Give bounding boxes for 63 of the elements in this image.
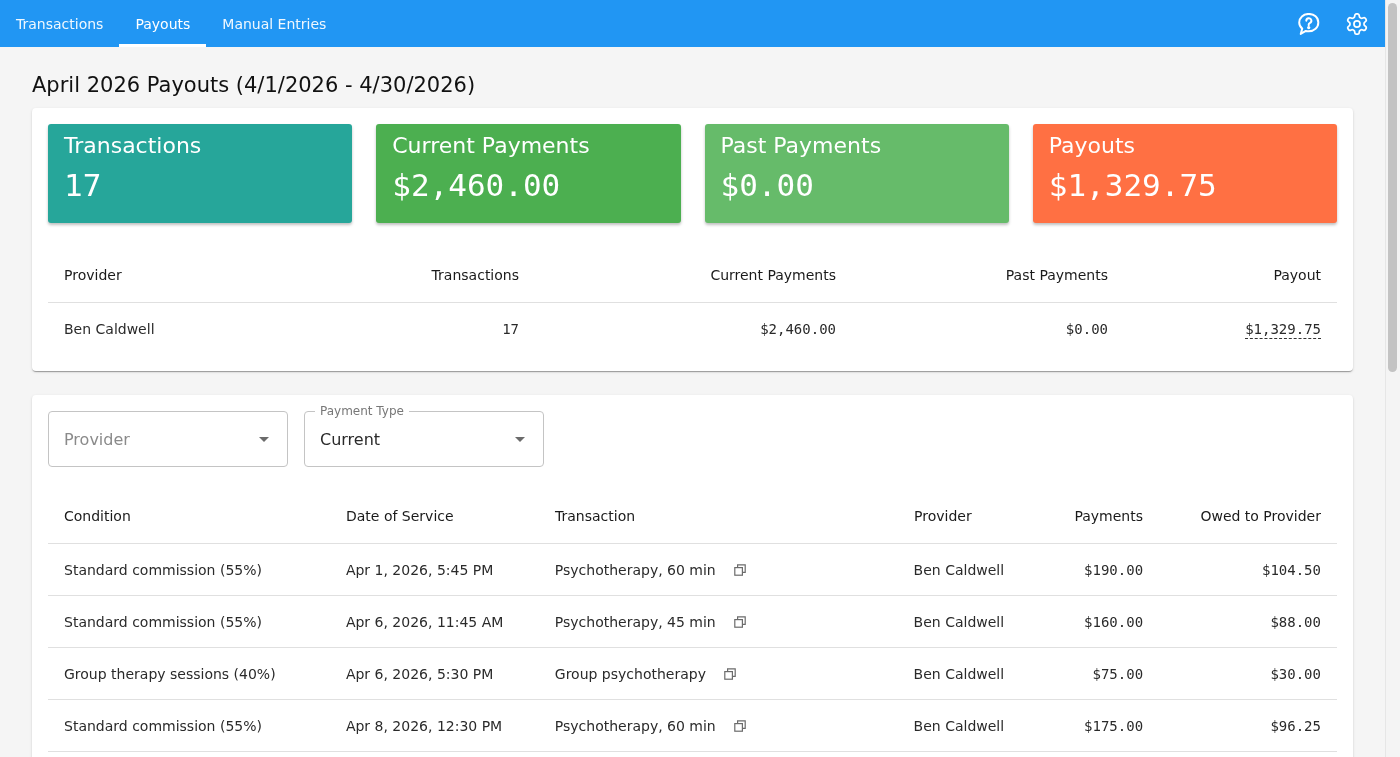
table-cell-text: Ben Caldwell (912, 560, 1006, 580)
table-cell-text: $175.00 (1083, 716, 1145, 736)
stat-value: $2,460.00 (392, 166, 561, 204)
table-cell-text: Standard commission (55%) (63, 716, 263, 736)
table-cell-text: Ben Caldwell (63, 320, 156, 339)
table-cell-text: Apr 1, 2026, 5:45 PM (344, 560, 495, 580)
stat-value: $0.00 (720, 166, 814, 204)
column-header: Payments (1073, 506, 1144, 526)
stat-value: 17 (64, 166, 102, 204)
copy-icon[interactable] (733, 563, 746, 576)
column-header: Provider (63, 265, 123, 285)
table-cell: Psychotherapy, 60 min (554, 717, 716, 734)
table-cell: Psychotherapy, 45 min (554, 613, 716, 630)
table-cell-text: Ben Caldwell (912, 716, 1006, 736)
table-cell-text: $75.00 (1091, 664, 1145, 684)
field-label: Payment Type (315, 404, 409, 418)
table-cell-text: $190.00 (1083, 560, 1145, 580)
table-cell-text: Group therapy sessions (40%) (63, 664, 277, 684)
scrollbar-thumb[interactable] (1388, 3, 1397, 372)
column-header: Payout (1272, 265, 1322, 285)
table-cell-text: Ben Caldwell (912, 664, 1006, 684)
table-cell-text: $96.25 (1269, 716, 1322, 736)
settings-icon[interactable] (1346, 12, 1368, 35)
table-cell-text: $88.00 (1269, 612, 1322, 632)
column-header: Date of Service (345, 506, 455, 526)
copy-icon[interactable] (733, 615, 746, 628)
copy-icon[interactable] (733, 719, 746, 732)
column-header: Provider (913, 506, 973, 526)
nav-tab[interactable]: Transactions (0, 0, 120, 47)
caret-icon (515, 436, 525, 442)
select-field[interactable]: Provider (48, 411, 288, 467)
page-title: April 2026 Payouts (4/1/2026 - 4/30/2026) (32, 72, 477, 99)
table-cell-text: $0.00 (1064, 320, 1109, 339)
table-cell-text: $160.00 (1083, 612, 1145, 632)
copy-icon[interactable] (723, 667, 736, 680)
table-cell-text: $104.50 (1260, 560, 1322, 580)
stat-value: $1,329.75 (1048, 166, 1217, 204)
column-header: Owed to Provider (1199, 506, 1322, 526)
table-cell: Group psychotherapy (554, 665, 706, 682)
caret-icon (259, 436, 269, 442)
column-header: Condition (63, 506, 132, 526)
column-header: Transaction (554, 506, 637, 526)
table-cell-text: $2,460.00 (759, 320, 837, 339)
stat-label: Past Payments (720, 132, 882, 160)
nav-tab[interactable]: Payouts (119, 0, 207, 47)
column-header: Past Payments (1004, 265, 1109, 285)
table-cell-text: Apr 8, 2026, 12:30 PM (344, 716, 504, 736)
stat-label: Current Payments (392, 132, 590, 160)
help-chat-icon[interactable] (1298, 12, 1320, 35)
column-header: Transactions (430, 265, 520, 285)
table-cell-text: 17 (501, 320, 520, 339)
table-cell-text: Standard commission (55%) (63, 560, 263, 580)
table-cell-text: Ben Caldwell (912, 612, 1006, 632)
column-header: Current Payments (709, 265, 837, 285)
table-cell-text: Standard commission (55%) (63, 612, 263, 632)
table-cell-text: $30.00 (1269, 664, 1322, 684)
stat-label: Transactions (64, 132, 202, 160)
table-cell[interactable]: $1,329.75 (1245, 319, 1321, 339)
nav-tab[interactable]: Manual Entries (206, 0, 343, 47)
table-cell-text: Apr 6, 2026, 5:30 PM (344, 664, 495, 684)
table-cell-text: Apr 6, 2026, 11:45 AM (344, 612, 505, 632)
stat-label: Payouts (1048, 132, 1136, 160)
table-cell: Psychotherapy, 60 min (554, 561, 716, 578)
